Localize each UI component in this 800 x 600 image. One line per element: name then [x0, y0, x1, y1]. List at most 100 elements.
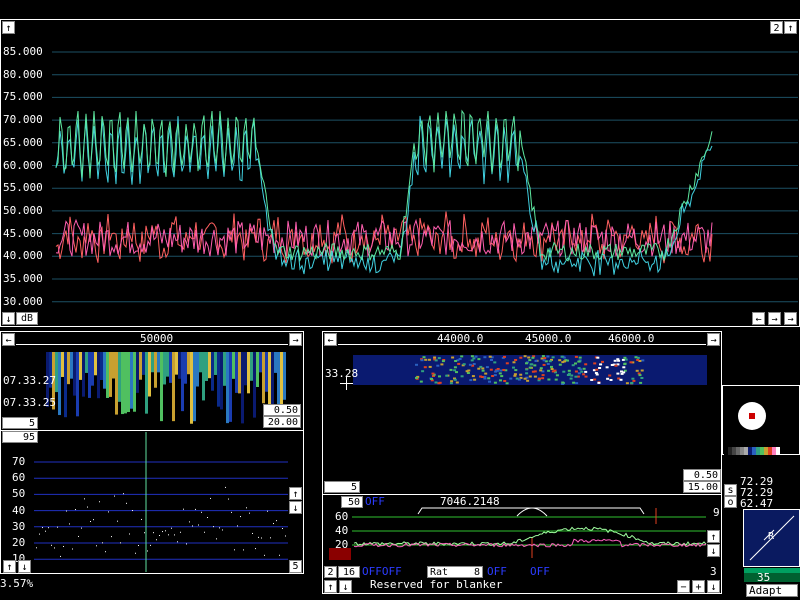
- adapt-button[interactable]: Adapt: [746, 584, 798, 597]
- waterfall-pixel: [503, 355, 506, 358]
- palette-swatch: [764, 447, 768, 455]
- waterfall-column: [253, 352, 256, 418]
- main-spectrum-plot[interactable]: [0, 19, 800, 319]
- palette-swatch: [728, 447, 732, 455]
- left-wf-time-top: 07.33.27: [3, 374, 56, 387]
- meter-s-button[interactable]: s: [724, 484, 737, 496]
- waterfall-column: [244, 352, 247, 386]
- waterfall-column: [220, 352, 223, 410]
- left-graph-right-value[interactable]: 5: [289, 560, 302, 573]
- data-point: [153, 532, 154, 534]
- data-point: [267, 510, 268, 512]
- waterfall-pixel: [597, 381, 601, 384]
- waterfall-pixel: [625, 382, 629, 385]
- waterfall-pixel: [584, 370, 588, 373]
- baseband-mode-2[interactable]: OFF: [487, 565, 507, 578]
- waterfall-pixel: [580, 370, 584, 373]
- waterfall-pixel: [577, 360, 581, 363]
- baseband-down-small-button[interactable]: ↓: [339, 580, 352, 593]
- waterfall-pixel: [609, 379, 613, 381]
- baseband-down-end-button[interactable]: ↓: [707, 580, 720, 593]
- right-wf-right-button[interactable]: →: [707, 333, 720, 346]
- left-graph-down-button[interactable]: ↓: [18, 560, 31, 573]
- waterfall-column: [148, 352, 151, 397]
- baseband-minus-button[interactable]: −: [677, 580, 690, 593]
- waterfall-column: [58, 352, 61, 416]
- data-point: [228, 498, 229, 500]
- baseband-bottom-a[interactable]: 2: [324, 566, 337, 578]
- baseband-mode-1[interactable]: OFFOFF: [362, 565, 402, 578]
- right-wf-gain[interactable]: 0.50: [683, 469, 721, 481]
- waterfall-pixel: [533, 375, 537, 378]
- left-graph-up-right-button[interactable]: ↑: [289, 487, 302, 500]
- waterfall-pixel: [623, 356, 627, 359]
- waterfall-pixel: [531, 356, 535, 359]
- right-wf-left-button[interactable]: ←: [324, 333, 337, 346]
- baseband-up-small-button[interactable]: ↑: [324, 580, 337, 593]
- waterfall-pixel: [543, 357, 547, 360]
- data-point: [156, 539, 157, 541]
- waterfall-pixel: [440, 363, 444, 366]
- left-graph-down-right-button[interactable]: ↓: [289, 501, 302, 514]
- baseband-mode-3[interactable]: OFF: [530, 565, 550, 578]
- waterfall-pixel: [525, 368, 529, 371]
- baseband-rat-box[interactable]: Rat 8: [427, 566, 483, 578]
- waterfall-column: [109, 352, 112, 397]
- waterfall-column: [262, 352, 265, 404]
- waterfall-pixel: [470, 355, 474, 358]
- waterfall-pixel: [489, 368, 493, 371]
- waterfall-column: [163, 352, 166, 385]
- data-point: [42, 527, 43, 529]
- baseband-plus-button[interactable]: +: [692, 580, 705, 593]
- left-wf-left-button[interactable]: ←: [2, 333, 15, 346]
- waterfall-pixel: [641, 359, 645, 362]
- data-point: [66, 510, 67, 512]
- waterfall-pixel: [599, 363, 603, 366]
- meter-o-button[interactable]: o: [724, 496, 737, 508]
- data-point: [225, 486, 226, 488]
- waterfall-pixel: [560, 355, 564, 358]
- waterfall-pixel: [561, 381, 565, 384]
- waterfall-pixel: [491, 375, 495, 377]
- baseband-up-button[interactable]: ↑: [707, 530, 720, 543]
- left-wf-gain[interactable]: 0.50: [263, 404, 301, 416]
- left-wf-avg[interactable]: 5: [2, 417, 38, 429]
- right-wf-avg[interactable]: 5: [324, 481, 360, 493]
- waterfall-pixel: [488, 380, 491, 383]
- waterfall-pixel: [431, 372, 435, 375]
- baseband-down-button[interactable]: ↓: [707, 544, 720, 557]
- right-wf-range[interactable]: 15.00: [683, 481, 721, 493]
- data-point: [258, 536, 259, 538]
- waterfall-pixel: [512, 361, 516, 364]
- data-point: [108, 511, 109, 513]
- waterfall-column: [181, 352, 184, 412]
- left-wf-right-button[interactable]: →: [289, 333, 302, 346]
- left-waterfall-image[interactable]: [46, 352, 286, 424]
- data-point: [60, 555, 61, 557]
- waterfall-pixel: [519, 356, 523, 359]
- palette-swatch: [744, 447, 748, 455]
- waterfall-pixel: [555, 374, 559, 377]
- waterfall-pixel: [550, 365, 553, 368]
- waterfall-pixel: [577, 367, 581, 370]
- left-wf-range[interactable]: 20.00: [263, 416, 301, 428]
- waterfall-pixel: [502, 369, 506, 371]
- data-point: [195, 508, 196, 510]
- data-point: [234, 549, 235, 551]
- center-arc: [516, 507, 548, 517]
- data-point: [279, 554, 280, 556]
- waterfall-pixel: [529, 363, 533, 366]
- waterfall-column: [232, 352, 235, 379]
- waterfall-column: [82, 352, 85, 397]
- left-graph-plot[interactable]: [0, 432, 304, 572]
- waterfall-pixel: [541, 377, 545, 380]
- baseband-bottom-b[interactable]: 16: [338, 566, 360, 578]
- waterfall-pixel: [541, 355, 545, 358]
- waterfall-pixel: [505, 362, 509, 365]
- waterfall-pixel: [542, 363, 546, 366]
- right-waterfall-image[interactable]: [353, 355, 707, 385]
- left-graph-up-button[interactable]: ↑: [3, 560, 16, 573]
- waterfall-column: [184, 352, 187, 384]
- waterfall-column: [256, 352, 259, 387]
- baseband-plot[interactable]: [322, 494, 722, 564]
